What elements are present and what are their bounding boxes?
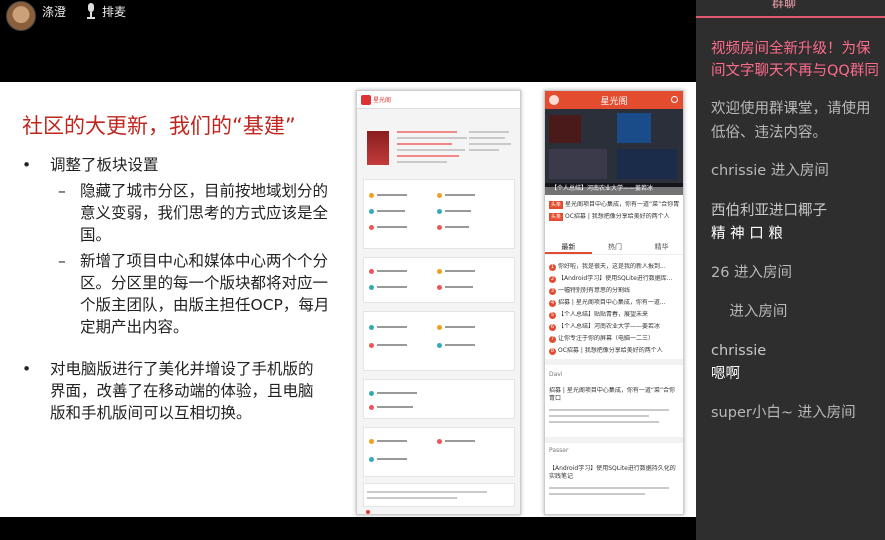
slide-bullets: • 调整了板块设置 – 隐藏了城市分区，目前按地域划分的意义变弱，我们思考的方式…	[22, 154, 332, 424]
list-item: 5 【个人总结】贴贴青春，展望未来	[549, 311, 649, 319]
chat-panel: 群聊 视频房间全新升级！为保 间文字聊天不再与QQ群同 欢迎使用群课堂，请使用 …	[696, 0, 885, 540]
chat-system-message: 进入房间	[711, 304, 788, 320]
headline-tag: 头条	[549, 213, 564, 221]
feature-post: 头条 星光阁项目中心集成，你有一道“菜”合你胃	[549, 201, 681, 209]
list-item: 4 招募 | 星光阁项目中心集成，你有一道...	[549, 299, 666, 307]
chat-notice: 视频房间全新升级！为保	[711, 41, 871, 57]
site-logo-icon	[361, 94, 371, 105]
queue-button[interactable]: 排麦	[102, 3, 126, 20]
chat-system-message: chrissie 进入房间	[711, 163, 829, 179]
sub-bullet-item: – 隐藏了城市分区，目前按地域划分的意义变弱，我们思考的方式应该是全国。	[58, 182, 329, 244]
mobile-site-title: 星光阁	[600, 96, 628, 107]
presentation-slide: 社区的大更新，我们的“基建” • 调整了板块设置 – 隐藏了城市分区，目前按地域…	[0, 82, 696, 517]
username: 涤澄	[42, 4, 67, 19]
chat-system-message: super小白~ 进入房间	[711, 405, 856, 421]
chat-sender-name: chrissie	[711, 343, 767, 359]
list-item: 6 【个人总结】河南农业大学——姜若冰	[549, 323, 661, 331]
tab-featured: 精华	[654, 243, 669, 251]
list-item: 2 【Android学习】使用SQLite进行数据库...	[549, 275, 673, 283]
list-item: 7 让你专注于你的屏幕（电脑一二三）	[549, 335, 655, 343]
feature-post-title: 星光阁项目中心集成，你有一道“菜”合你胃	[565, 201, 680, 208]
mobile-tabs: 最新 热门 精华	[545, 239, 683, 255]
bullet-text: 对电脑版进行了美化并增设了手机版的界面，改善了在移动端的体验，且电脑版和手机版间…	[50, 360, 314, 422]
list-item: 3 一幅特别别有意思的分割线	[549, 287, 631, 295]
sub-bullet-item: – 新增了项目中心和媒体中心两个个分区。分区里的每一个版块都将对应一个版主团队，…	[58, 252, 330, 336]
chat-message-text: 精 神 口 粮	[711, 226, 783, 242]
tab-latest: 最新	[545, 239, 592, 254]
post-title: 招募 | 星光阁项目中心集成，你有一道“菜”合你胃口	[549, 387, 676, 402]
desktop-site-screenshot: 星光阁	[356, 90, 521, 515]
desktop-banner-image	[367, 131, 389, 165]
sub-bullet-text: 新增了项目中心和媒体中心两个个分区。分区里的每一个版块都将对应一个版主团队，由版…	[80, 252, 330, 336]
headline-tag: 头条	[549, 201, 564, 209]
chat-notice: 间文字聊天不再与QQ群同	[711, 63, 879, 79]
mobile-site-screenshot: 星光阁 【个人总结】河南农业大学——姜若冰 头条 星光阁项目中心集成，你有一道“菜…	[544, 90, 684, 515]
sub-bullet-text: 隐藏了城市分区，目前按地域划分的意义变弱，我们思考的方式应该是全国。	[80, 182, 329, 244]
mobile-site-header: 星光阁	[545, 91, 683, 109]
chat-sender-name: 西伯利亚进口椰子	[711, 203, 827, 219]
desktop-site-header: 星光阁	[357, 91, 520, 109]
banner-caption: 【个人总结】河南农业大学——姜若冰	[545, 183, 683, 195]
post-title: 【Android学习】使用SQLite进行数据持久化的实践笔记	[549, 465, 676, 480]
chat-message-text: 嗯啊	[711, 366, 740, 382]
slide-progress-indicator	[366, 510, 370, 514]
user-avatar[interactable]	[6, 1, 36, 31]
tab-group-chat[interactable]: 群聊	[696, 0, 885, 18]
bullet-text: 调整了板块设置	[50, 156, 159, 174]
search-icon	[671, 96, 678, 103]
chat-system-message: 低俗、违法内容。	[711, 125, 827, 141]
chat-system-message: 26 进入房间	[711, 265, 793, 281]
slide-title: 社区的大更新，我们的“基建”	[22, 114, 296, 138]
bullet-item: • 对电脑版进行了美化并增设了手机版的界面，改善了在移动端的体验，且电脑版和手机…	[22, 358, 332, 424]
post-author: Passer	[549, 447, 569, 454]
site-logo-icon	[549, 95, 559, 105]
list-item: 1 你好啦，我是很天，这是我的新人报到...	[549, 263, 666, 271]
tab-hot: 热门	[608, 243, 622, 251]
feature-post: 头条 OC招募 | 我想把像分享给美好的两个人	[549, 213, 681, 221]
tab-group-chat-label: 群聊	[772, 0, 797, 10]
chat-system-message: 欢迎使用群课堂，请使用	[711, 101, 871, 117]
feature-post-title: OC招募 | 我想把像分享给美好的两个人	[565, 213, 670, 220]
list-item: 8 OC招募 | 我想把像分享给美好的两个人	[549, 347, 663, 355]
mobile-banner-image	[545, 109, 683, 187]
post-author: Davi	[549, 371, 563, 378]
microphone-icon[interactable]	[86, 3, 96, 19]
top-bar: 涤澄 排麦	[0, 0, 696, 31]
desktop-site-title: 星光阁	[373, 97, 392, 104]
bullet-item: • 调整了板块设置	[22, 156, 159, 174]
